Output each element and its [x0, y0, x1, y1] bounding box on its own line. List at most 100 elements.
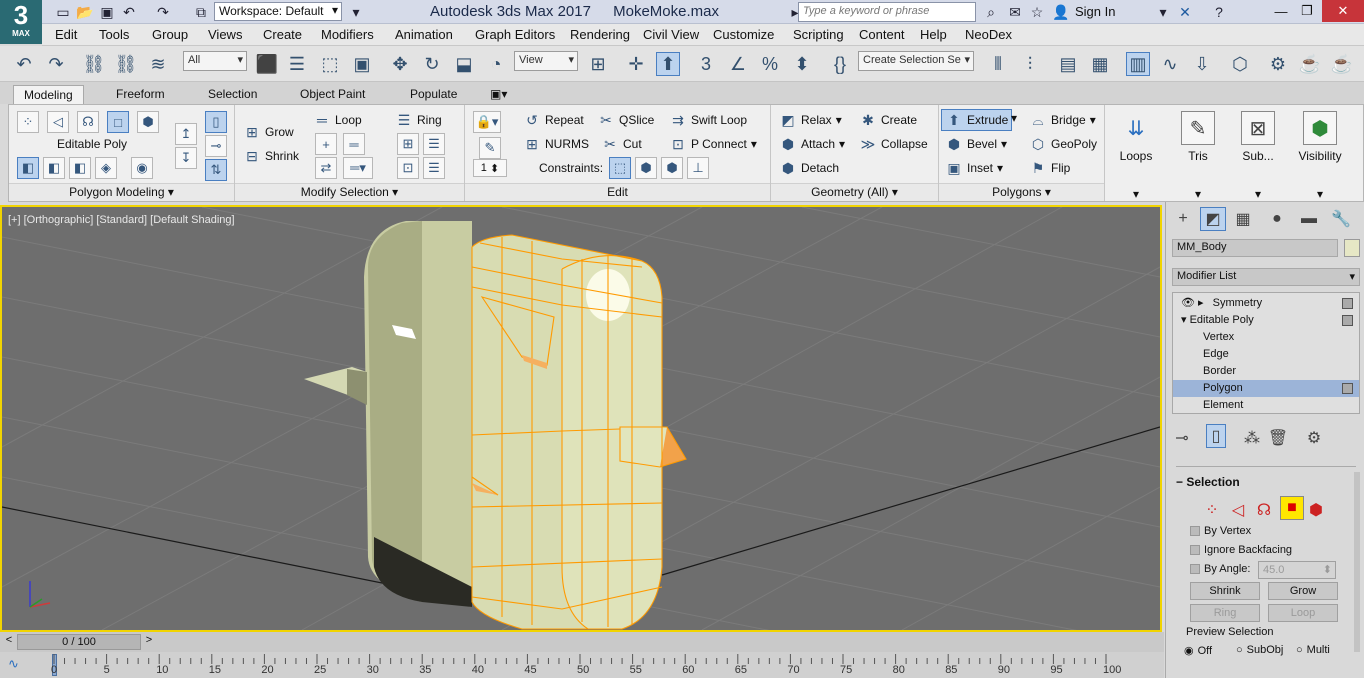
redo-icon[interactable]: ↷: [152, 1, 174, 23]
quick-access-dropdown-icon[interactable]: ▾: [345, 1, 367, 23]
iterations-spinner[interactable]: 1 ⬍: [473, 159, 507, 177]
border-select-icon[interactable]: ☊: [1254, 498, 1274, 522]
pin-stack-icon[interactable]: ⊸: [205, 135, 227, 157]
snaps-toggle-icon[interactable]: 3: [694, 52, 718, 76]
menu-modifiers[interactable]: Modifiers: [321, 27, 374, 42]
grow-button[interactable]: Grow: [1268, 582, 1338, 600]
select-by-name-icon[interactable]: ☰: [285, 52, 309, 76]
edit-named-selection-icon[interactable]: {}: [828, 52, 852, 76]
spinner-snap-icon[interactable]: ⬍: [790, 52, 814, 76]
symmetry-toggle[interactable]: [1342, 298, 1353, 309]
constraint-edge-icon[interactable]: ⬢: [635, 157, 657, 179]
viewport-orthographic[interactable]: [+] [Orthographic] [Standard] [Default S…: [0, 205, 1162, 632]
tab-freeform[interactable]: Freeform: [106, 85, 175, 104]
loop-button[interactable]: ═ Loop: [313, 111, 362, 129]
ring-mode-icon[interactable]: ⊡: [397, 157, 419, 179]
tab-modeling[interactable]: Modeling: [13, 85, 84, 104]
edge-select-icon[interactable]: ◁: [1228, 498, 1248, 522]
modify-selection-footer[interactable]: Modify Selection ▾: [235, 183, 464, 201]
menu-create[interactable]: Create: [263, 27, 302, 42]
app-menu-button[interactable]: 3 MAX: [0, 0, 42, 44]
stack-item-symmetry[interactable]: 👁 ▸ Symmetry: [1173, 295, 1359, 312]
extrude-button[interactable]: ⬆ Extrude: [941, 109, 1013, 131]
tris-dropdown-icon[interactable]: ▾: [1169, 187, 1227, 201]
rendered-frame-window-icon[interactable]: ☕: [1298, 52, 1322, 76]
element-mode-icon[interactable]: ⬢: [137, 111, 159, 133]
open-file-icon[interactable]: 📂: [74, 1, 96, 23]
visibility-button[interactable]: ⬢ Visibility ▾: [1291, 107, 1349, 201]
constraint-none-icon[interactable]: ⬚: [609, 157, 631, 179]
loops-button[interactable]: ⇊ Loops ▾: [1107, 107, 1165, 202]
show-end-result-icon[interactable]: ▯: [1206, 424, 1226, 448]
workspace-dropdown[interactable]: Workspace: Default: [214, 2, 342, 21]
edge-mode-icon[interactable]: ◁: [47, 111, 69, 133]
by-angle-checkbox[interactable]: By Angle:: [1190, 563, 1250, 575]
stack-item-editable-poly[interactable]: ▾ Editable Poly: [1173, 312, 1359, 329]
repeat-button[interactable]: ↺ Repeat: [523, 111, 584, 129]
pivot-center-icon[interactable]: ⊞: [586, 52, 610, 76]
material-editor-icon[interactable]: ⬡: [1228, 52, 1252, 76]
search-input[interactable]: Type a keyword or phrase: [798, 2, 976, 22]
qslice-button[interactable]: ✂ QSlice: [597, 111, 654, 129]
object-color-swatch[interactable]: [1344, 239, 1360, 257]
rotate-icon[interactable]: ↻: [420, 52, 444, 76]
prev-frame-icon[interactable]: <: [2, 634, 16, 650]
border-mode-icon[interactable]: ☊: [77, 111, 99, 133]
sign-in-button[interactable]: Sign In: [1075, 4, 1115, 19]
preserve-uvs-icon[interactable]: 🔒▾: [473, 111, 501, 133]
menu-scripting[interactable]: Scripting: [793, 27, 844, 42]
track-bar[interactable]: ∿ 0 5 10 15 20 25 30 35 40 45 50 55 60 65 70 75 80 85 90 95…: [0, 652, 1164, 678]
next-modifier-icon[interactable]: ↧: [175, 147, 197, 169]
menu-graph-editors[interactable]: Graph Editors: [475, 27, 555, 42]
menu-content[interactable]: Content: [859, 27, 905, 42]
tab-object-paint[interactable]: Object Paint: [290, 85, 375, 104]
undo-icon[interactable]: ↶: [12, 52, 36, 76]
schematic-view-icon[interactable]: ⇩: [1190, 52, 1214, 76]
pin-stack-icon[interactable]: ⊸: [1172, 426, 1192, 450]
eye-icon[interactable]: 👁: [1181, 297, 1195, 309]
menu-edit[interactable]: Edit: [55, 27, 77, 42]
scale-icon[interactable]: ⬓: [452, 52, 476, 76]
loop-mode-icon[interactable]: ⇄: [315, 157, 337, 179]
vertex-mode-icon[interactable]: ⁘: [17, 111, 39, 133]
menu-tools[interactable]: Tools: [99, 27, 129, 42]
modify-mode-icon[interactable]: ◧: [17, 157, 39, 179]
flip-button[interactable]: ⚑ Flip: [1029, 159, 1071, 177]
curve-editor-icon[interactable]: ∿: [1158, 52, 1182, 76]
move-icon[interactable]: ✥: [388, 52, 412, 76]
unlink-icon[interactable]: ⛓: [114, 52, 138, 76]
ignore-backfacing-box[interactable]: [1190, 545, 1200, 555]
preview-subobj-icon[interactable]: ◧: [69, 157, 91, 179]
grow-button[interactable]: ⊞ Grow: [243, 123, 294, 141]
utilities-panel-icon[interactable]: 🔧: [1328, 207, 1354, 231]
link-icon[interactable]: ⛓: [82, 52, 106, 76]
binoculars-icon[interactable]: ⌕: [980, 1, 1002, 23]
layer-explorer-icon[interactable]: ▦: [1088, 52, 1112, 76]
select-object-icon[interactable]: ⬛: [255, 52, 279, 76]
rectangular-selection-icon[interactable]: ⬚: [318, 52, 342, 76]
stack-item-edge[interactable]: Edge: [1173, 346, 1359, 363]
shrink-button[interactable]: ⊟ Shrink: [243, 147, 299, 165]
undo-icon[interactable]: ↶: [118, 1, 140, 23]
preview-off-radio[interactable]: ◉ Off: [1184, 644, 1212, 658]
modifier-list-dropdown[interactable]: Modifier List: [1172, 268, 1360, 286]
keyboard-shortcut-override-icon[interactable]: ⬆: [656, 52, 680, 76]
element-select-icon[interactable]: ⬢: [1306, 498, 1326, 522]
loop-options-icon[interactable]: ═▾: [343, 157, 373, 179]
next-frame-icon[interactable]: >: [142, 634, 156, 650]
toggle-command-mode-icon[interactable]: ▯: [205, 111, 227, 133]
geometry-footer[interactable]: Geometry (All) ▾: [771, 183, 938, 201]
menu-civil-view[interactable]: Civil View: [643, 27, 699, 42]
bevel-button[interactable]: ⬢ Bevel ▾: [945, 135, 1007, 153]
tab-selection[interactable]: Selection: [198, 85, 267, 104]
polygon-modeling-footer[interactable]: Polygon Modeling ▾: [9, 183, 234, 201]
by-vertex-checkbox[interactable]: By Vertex: [1190, 525, 1251, 537]
extrude-options-icon[interactable]: ▾: [1011, 111, 1017, 125]
visibility-dropdown-icon[interactable]: ▾: [1291, 187, 1349, 201]
loop-shrink-icon[interactable]: +: [315, 133, 337, 155]
loops-dropdown-icon[interactable]: ▾: [1107, 187, 1165, 201]
percent-snap-icon[interactable]: %: [758, 52, 782, 76]
p-connect-button[interactable]: ⊡ P Connect ▾: [669, 135, 757, 153]
display-panel-icon[interactable]: ▬: [1296, 207, 1322, 231]
ring-grow-icon[interactable]: ☰: [423, 133, 445, 155]
